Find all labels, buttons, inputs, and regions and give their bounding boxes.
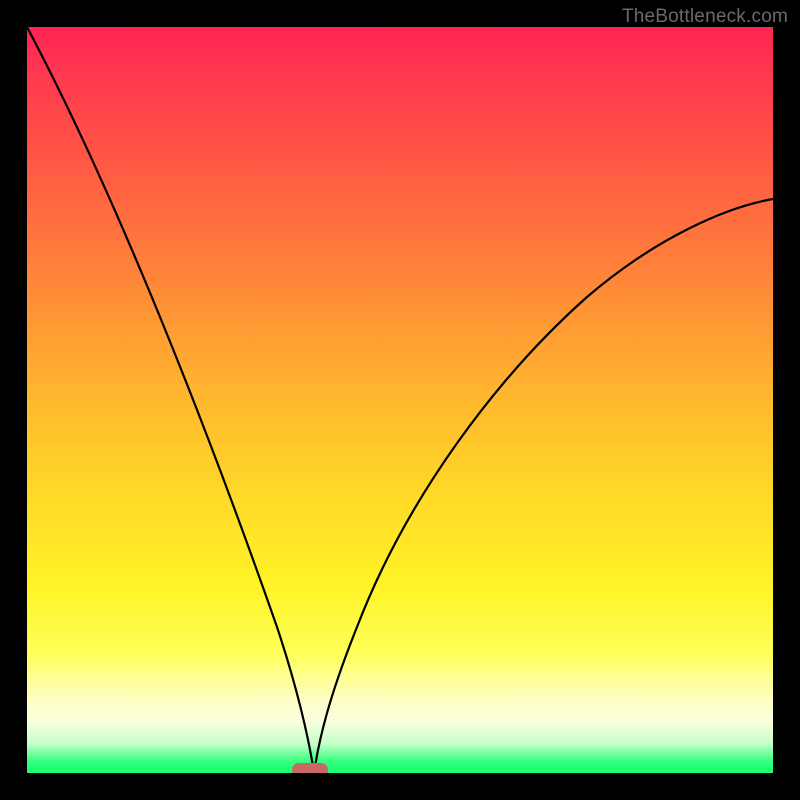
chart-area (27, 27, 773, 773)
bottleneck-curve (27, 27, 773, 773)
curve-left-branch (27, 27, 314, 773)
watermark-text: TheBottleneck.com (622, 6, 788, 28)
curve-right-branch (314, 199, 773, 773)
minimum-marker (292, 763, 328, 773)
